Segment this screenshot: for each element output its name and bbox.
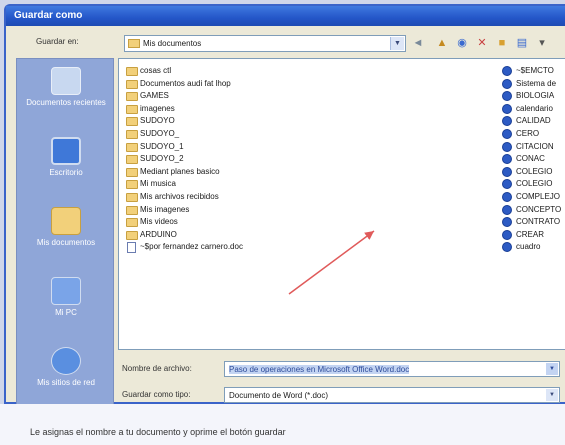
place-label: Mi PC (55, 308, 77, 317)
filename-value: Paso de operaciones en Microsoft Office … (229, 365, 410, 374)
filename-input[interactable]: Paso de operaciones en Microsoft Office … (224, 361, 560, 377)
place-recent[interactable]: Documentos recientes (17, 67, 115, 107)
caption-text: Le asignas el nombre a tu documento y op… (30, 427, 286, 437)
window-title: Guardar como (6, 6, 565, 26)
back-icon[interactable]: ◄ (410, 36, 426, 51)
place-my-computer[interactable]: Mi PC (17, 277, 115, 317)
my-computer-icon (51, 277, 81, 305)
save-in-label: Guardar en: (36, 37, 79, 46)
place-label: Mis sitios de red (37, 378, 95, 387)
places-bar: Documentos recientes Escritorio Mis docu… (16, 58, 114, 406)
chevron-down-icon[interactable]: ▼ (546, 363, 558, 375)
save-in-dropdown[interactable]: Mis documentos ▼ (124, 35, 406, 52)
tools-icon[interactable]: ▾ (534, 36, 550, 51)
caption-area: Le asignas el nombre a tu documento y op… (0, 404, 565, 445)
place-label: Documentos recientes (26, 98, 106, 107)
my-documents-icon (51, 207, 81, 235)
up-folder-icon[interactable]: ▲ (434, 36, 450, 51)
filetype-label: Guardar como tipo: (122, 390, 191, 399)
filetype-select[interactable]: Documento de Word (*.doc) ▼ (224, 387, 560, 403)
place-desktop[interactable]: Escritorio (17, 137, 115, 177)
network-places-icon (51, 347, 81, 375)
filetype-value: Documento de Word (*.doc) (229, 391, 329, 400)
chevron-down-icon[interactable]: ▼ (390, 37, 404, 50)
delete-icon[interactable]: ✕ (474, 36, 490, 51)
views-icon[interactable]: ▤ (514, 36, 530, 51)
annotation-arrow (288, 230, 375, 295)
recent-documents-icon (51, 67, 81, 95)
filename-label: Nombre de archivo: (122, 364, 192, 373)
new-folder-icon[interactable]: ■ (494, 36, 510, 51)
toolbar: Guardar en: Mis documentos ▼ ◄ ▲ ◉ ✕ ■ ▤… (6, 26, 565, 54)
place-label: Mis documentos (36, 238, 96, 247)
save-as-dialog: Guardar como Guardar en: Mis documentos … (4, 4, 565, 406)
folder-icon (128, 39, 140, 48)
file-list[interactable]: cosas ctl Documentos audi fat lhop GAMES… (118, 58, 565, 350)
place-label: Escritorio (49, 168, 83, 177)
desktop-icon (51, 137, 81, 165)
place-network[interactable]: Mis sitios de red (17, 347, 115, 387)
chevron-down-icon[interactable]: ▼ (546, 389, 558, 401)
search-web-icon[interactable]: ◉ (454, 36, 470, 51)
save-in-value: Mis documentos (143, 39, 202, 48)
place-my-documents[interactable]: Mis documentos (17, 207, 115, 247)
